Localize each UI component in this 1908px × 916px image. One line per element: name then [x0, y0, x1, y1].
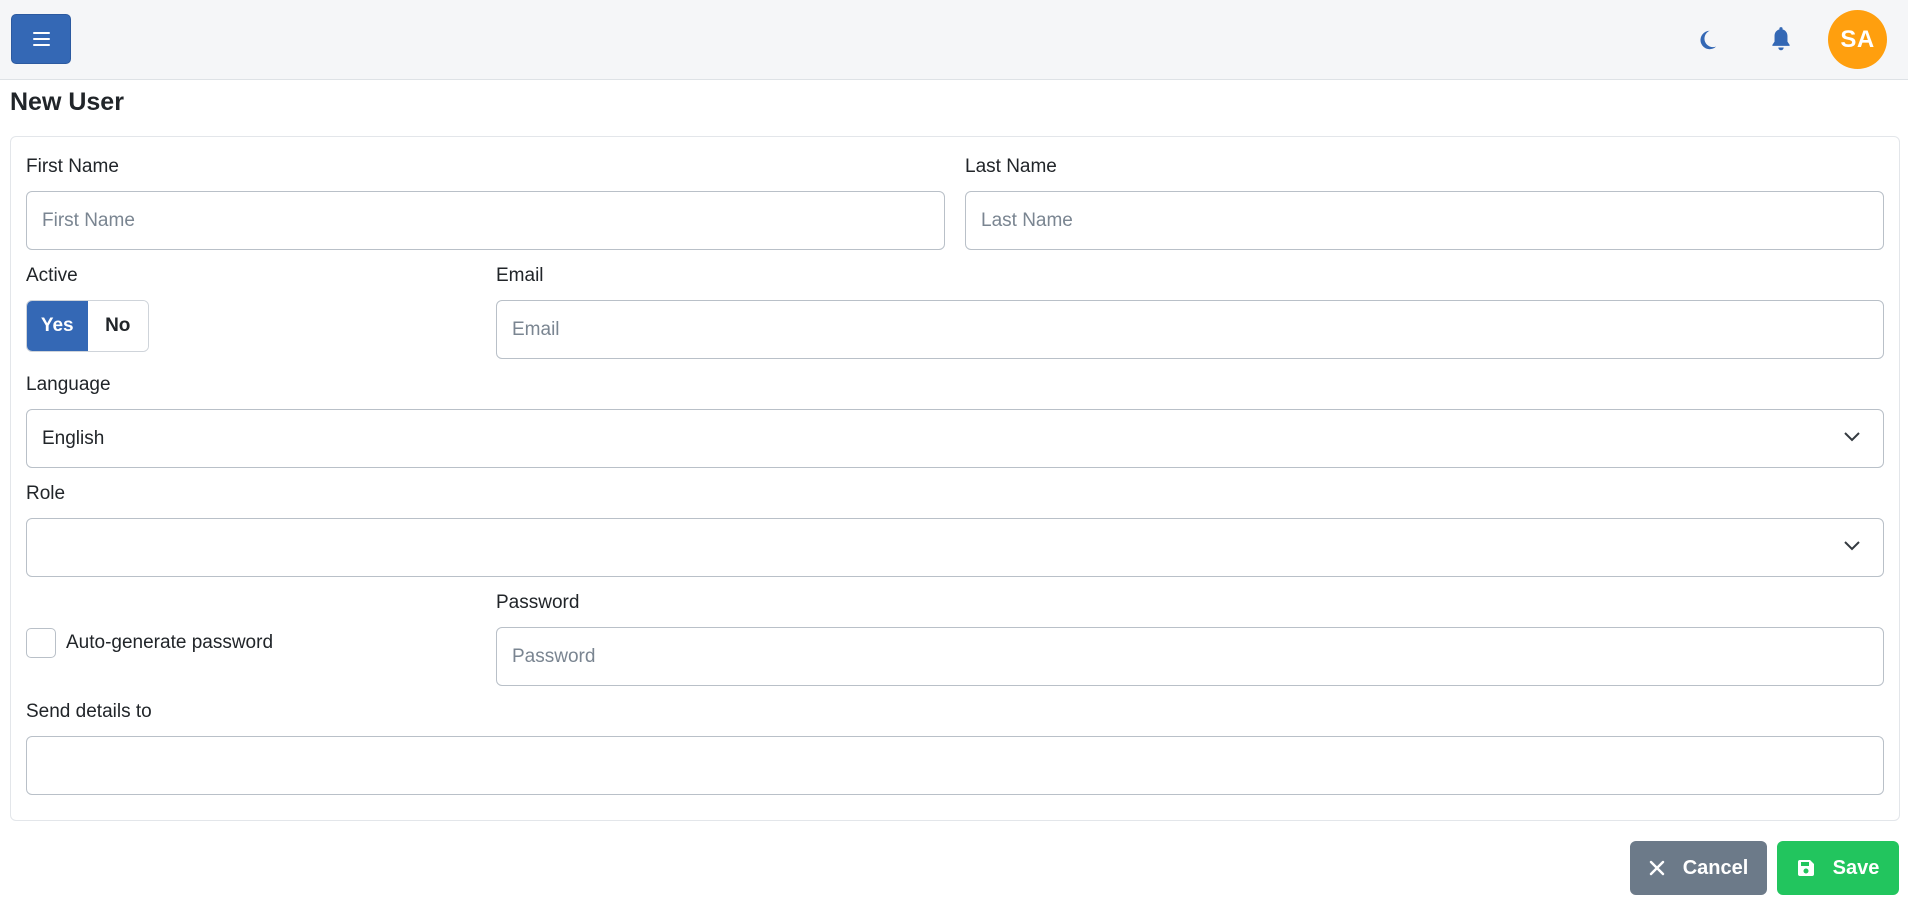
auto-generate-password-checkbox[interactable] — [26, 628, 56, 658]
first-name-label: First Name — [26, 156, 119, 177]
send-details-input[interactable] — [26, 736, 1884, 795]
menu-toggle-button[interactable] — [11, 14, 71, 64]
last-name-placeholder: Last Name — [981, 209, 1073, 231]
language-label: Language — [26, 374, 111, 395]
save-button-label: Save — [1832, 856, 1880, 879]
password-input[interactable]: Password — [496, 627, 1884, 686]
cancel-button[interactable]: Cancel — [1630, 841, 1767, 895]
cancel-button-label: Cancel — [1682, 856, 1749, 879]
hamburger-icon — [32, 32, 50, 46]
top-navbar: SA — [0, 0, 1908, 80]
last-name-input[interactable]: Last Name — [965, 191, 1884, 250]
email-input[interactable]: Email — [496, 300, 1884, 359]
active-no-option[interactable]: No — [87, 301, 148, 351]
active-label: Active — [26, 265, 78, 286]
email-placeholder: Email — [512, 318, 560, 340]
page-title: New User — [10, 88, 124, 116]
chevron-down-icon — [1844, 541, 1860, 551]
user-avatar[interactable]: SA — [1828, 10, 1887, 69]
bell-icon[interactable] — [1768, 26, 1794, 54]
email-label: Email — [496, 265, 544, 286]
role-select[interactable] — [26, 518, 1884, 577]
send-details-label: Send details to — [26, 701, 152, 722]
password-label: Password — [496, 592, 580, 613]
active-yes-option[interactable]: Yes — [27, 301, 88, 351]
language-value: English — [42, 427, 105, 449]
moon-icon[interactable] — [1694, 27, 1720, 53]
language-select[interactable]: English — [26, 409, 1884, 468]
last-name-label: Last Name — [965, 156, 1057, 177]
auto-generate-password-label[interactable]: Auto-generate password — [66, 632, 273, 654]
floppy-disk-icon — [1797, 859, 1815, 877]
active-toggle: Yes No — [26, 300, 149, 352]
save-button[interactable]: Save — [1777, 841, 1899, 895]
first-name-placeholder: First Name — [42, 209, 135, 231]
password-placeholder: Password — [512, 645, 596, 667]
close-icon — [1649, 860, 1665, 876]
first-name-input[interactable]: First Name — [26, 191, 945, 250]
chevron-down-icon — [1844, 432, 1860, 442]
role-label: Role — [26, 483, 66, 504]
